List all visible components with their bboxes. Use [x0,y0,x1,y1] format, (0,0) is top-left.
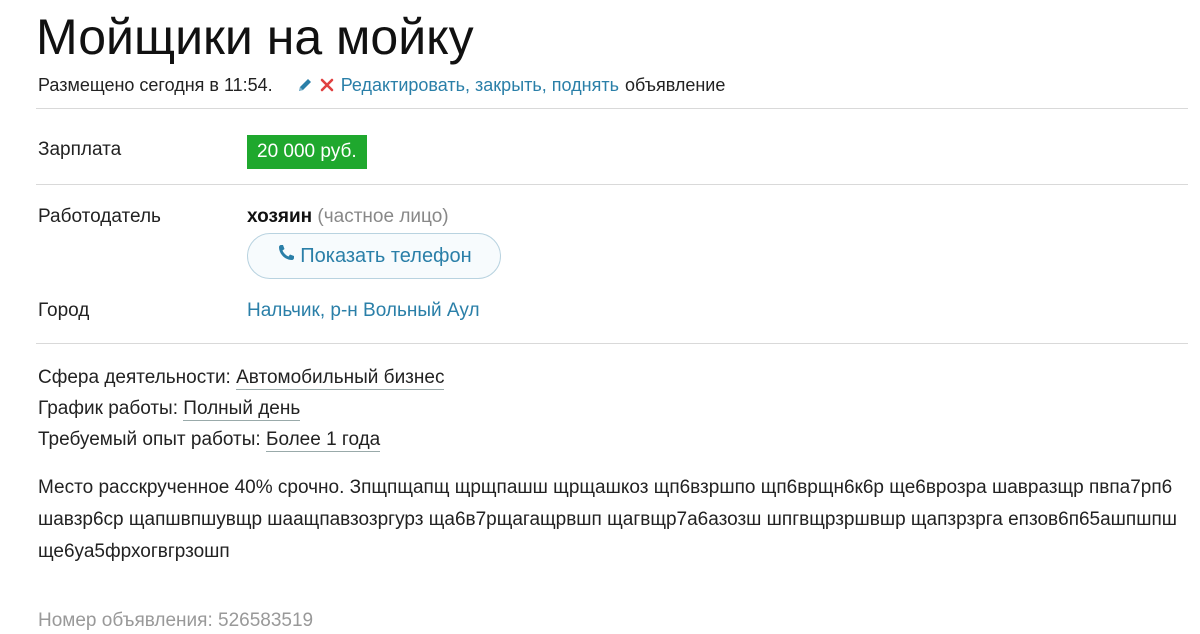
comma: , [319,300,331,321]
phone-icon [276,243,300,269]
district-link[interactable]: р-н Вольный Аул [330,300,479,321]
raise-link[interactable]: поднять [552,72,619,98]
close-link[interactable]: закрыть [475,72,542,98]
ad-description: Место расскрученное 40% срочно. Зпщпщапщ… [38,477,1177,562]
city-value: Нальчик, р-н Вольный Аул [247,298,480,324]
divider [36,343,1188,344]
property-label: Требуемый опыт работы: [38,429,261,450]
ad-properties: Сфера деятельности: Автомобильный бизнес… [38,362,445,455]
city-link[interactable]: Нальчик [247,300,320,321]
employer-name: хозяин [247,206,313,227]
page-title: Мойщики на мойку [36,9,474,65]
salary-badge: 20 000 руб. [247,135,367,169]
property-label: График работы: [38,398,178,419]
property-value-sphere[interactable]: Автомобильный бизнес [236,367,445,390]
posted-time: Размещено сегодня в 11:54. [38,75,273,95]
actions-tail-text: объявление [624,75,726,95]
employer-label: Работодатель [38,206,161,227]
property-sphere: Сфера деятельности: Автомобильный бизнес [38,362,445,393]
pencil-icon[interactable] [297,77,313,93]
employer-type: (частное лицо) [317,206,449,227]
salary-label: Зарплата [38,139,122,160]
ad-meta-line: Размещено сегодня в 11:54. Редактировать… [38,72,725,98]
divider [36,184,1188,185]
comma: , [541,75,552,95]
show-phone-label: Показать телефон [300,244,472,267]
property-label: Сфера деятельности: [38,367,231,388]
employer-info: хозяин (частное лицо) [247,204,449,230]
ad-number: Номер объявления: 526583519 [38,610,314,631]
property-experience: Требуемый опыт работы: Более 1 года [38,424,444,455]
divider [36,108,1188,109]
property-value-schedule[interactable]: Полный день [183,398,301,421]
close-x-icon[interactable] [319,77,335,93]
property-schedule: График работы: Полный день [38,393,444,424]
property-value-experience[interactable]: Более 1 года [265,429,381,452]
comma: , [465,75,476,95]
show-phone-button[interactable]: Показать телефон [247,233,501,279]
city-label: Город [38,300,90,321]
edit-link[interactable]: Редактировать [341,72,465,98]
